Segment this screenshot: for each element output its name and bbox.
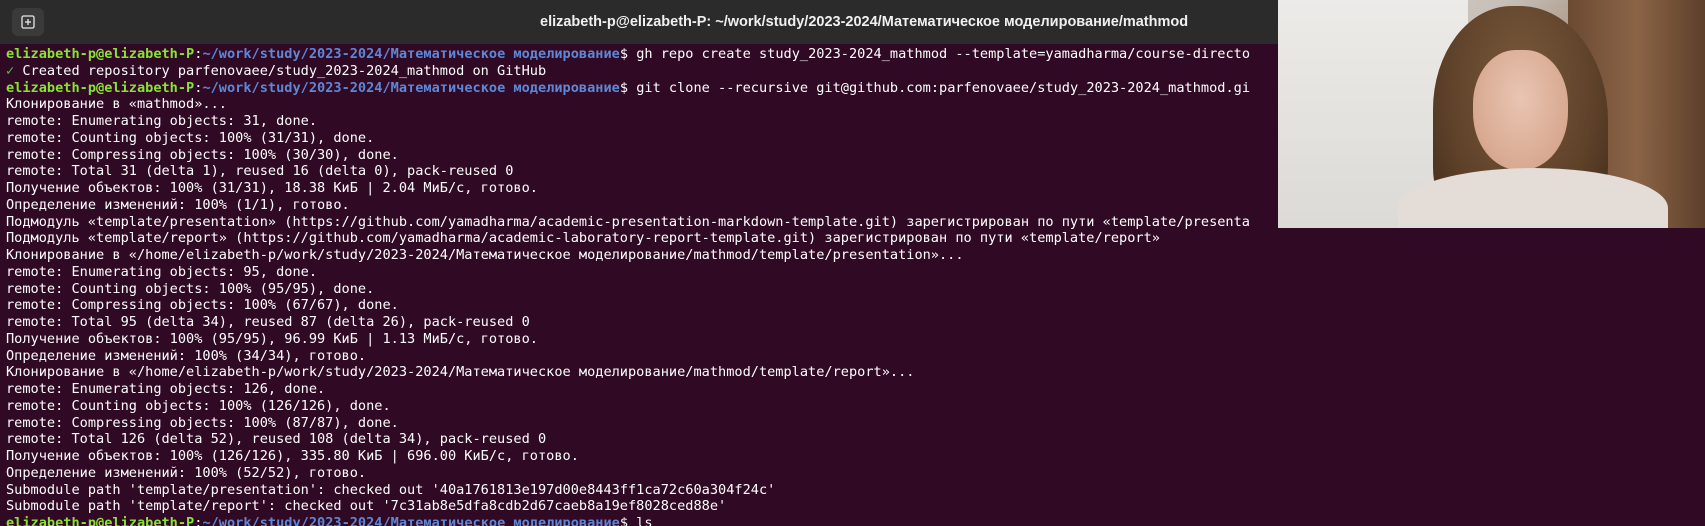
output-text: Получение объектов: 100% (126/126), 335.…	[6, 448, 579, 464]
output-text: remote: Compressing objects: 100% (67/67…	[6, 297, 399, 314]
output-line: remote: Enumerating objects: 95, done.	[6, 264, 1250, 281]
prompt-line: elizabeth-p@elizabeth-P:~/work/study/202…	[6, 46, 1250, 63]
output-line: Подмодуль «template/report» (https://git…	[6, 230, 1250, 247]
output-text: remote: Enumerating objects: 95, done.	[6, 263, 317, 280]
output-text: remote: Total 126 (delta 52), reused 108…	[6, 431, 547, 448]
output-text: Подмодуль «template/presentation» (https…	[6, 213, 1250, 230]
output-text: Определение изменений: 100% (1/1), готов…	[6, 196, 350, 213]
output-text: Клонирование в «mathmod»...	[6, 96, 227, 113]
checkmark-icon: ✓	[6, 62, 15, 79]
output-line: remote: Compressing objects: 100% (30/30…	[6, 147, 1250, 164]
output-line: Определение изменений: 100% (34/34), гот…	[6, 348, 1250, 365]
output-text: Получение объектов: 100% (95/95), 96.99 …	[6, 330, 538, 347]
output-line: remote: Compressing objects: 100% (87/87…	[6, 415, 1250, 432]
output-line: Получение объектов: 100% (31/31), 18.38 …	[6, 180, 1250, 197]
output-line: Клонирование в «mathmod»...	[6, 96, 1250, 113]
output-line: remote: Total 126 (delta 52), reused 108…	[6, 431, 1250, 448]
output-text: Клонирование в «/home/elizabeth-p/work/s…	[6, 247, 964, 263]
output-line: Подмодуль «template/presentation» (https…	[6, 214, 1250, 231]
output-line: remote: Total 31 (delta 1), reused 16 (d…	[6, 163, 1250, 180]
output-line: remote: Counting objects: 100% (126/126)…	[6, 398, 1250, 415]
output-text: Клонирование в «/home/elizabeth-p/work/s…	[6, 364, 915, 381]
new-tab-button[interactable]	[12, 8, 44, 36]
prompt-path: ~/work/study/2023-2024/Математическое мо…	[202, 79, 620, 96]
output-line: remote: Total 95 (delta 34), reused 87 (…	[6, 314, 1250, 331]
prompt-user: elizabeth-p@elizabeth-P	[6, 79, 195, 96]
command-text: $ git clone --recursive git@github.com:p…	[619, 79, 1251, 96]
output-line: remote: Compressing objects: 100% (67/67…	[6, 297, 1250, 314]
window-title: elizabeth-p@elizabeth-P: ~/work/study/20…	[540, 14, 1189, 30]
output-line: Клонирование в «/home/elizabeth-p/work/s…	[6, 247, 1250, 264]
output-line: Определение изменений: 100% (52/52), гот…	[6, 465, 1250, 482]
output-line: Submodule path 'template/report': checke…	[6, 498, 1250, 515]
prompt-path: ~/work/study/2023-2024/Математическое мо…	[202, 515, 620, 526]
output-text: Определение изменений: 100% (34/34), гот…	[6, 347, 367, 364]
output-line: remote: Counting objects: 100% (31/31), …	[6, 130, 1250, 147]
output-text: remote: Enumerating objects: 126, done.	[6, 381, 326, 397]
terminal-output[interactable]: elizabeth-p@elizabeth-P:~/work/study/202…	[0, 44, 1278, 526]
output-line: remote: Enumerating objects: 31, done.	[6, 113, 1250, 130]
command-text: $ gh repo create study_2023-2024_mathmod…	[619, 46, 1251, 62]
prompt-user: elizabeth-p@elizabeth-P	[6, 515, 195, 526]
output-line: remote: Enumerating objects: 126, done.	[6, 381, 1250, 398]
output-line: Клонирование в «/home/elizabeth-p/work/s…	[6, 364, 1250, 381]
terminal-text: elizabeth-p@elizabeth-P:~/work/study/202…	[6, 46, 1250, 526]
output-text: Получение объектов: 100% (31/31), 18.38 …	[6, 180, 538, 196]
prompt-path: ~/work/study/2023-2024/Математическое мо…	[202, 46, 620, 62]
output-text: remote: Total 95 (delta 34), reused 87 (…	[6, 314, 530, 330]
output-text: Submodule path 'template/presentation': …	[6, 481, 776, 498]
output-text: remote: Counting objects: 100% (31/31), …	[6, 129, 375, 146]
terminal-titlebar: elizabeth-p@elizabeth-P: ~/work/study/20…	[0, 0, 1278, 45]
output-line: Определение изменений: 100% (1/1), готов…	[6, 197, 1250, 214]
output-text: remote: Counting objects: 100% (95/95), …	[6, 280, 375, 297]
output-line: ✓ Created repository parfenovaee/study_2…	[6, 63, 1250, 80]
prompt-line: elizabeth-p@elizabeth-P:~/work/study/202…	[6, 80, 1250, 97]
output-line: Получение объектов: 100% (95/95), 96.99 …	[6, 331, 1250, 348]
output-text: remote: Enumerating objects: 31, done.	[6, 113, 317, 129]
prompt-user: elizabeth-p@elizabeth-P	[6, 46, 195, 62]
output-text: Submodule path 'template/report': checke…	[6, 498, 727, 515]
output-line: Получение объектов: 100% (126/126), 335.…	[6, 448, 1250, 465]
command-text: $ ls	[619, 515, 653, 526]
webcam-overlay	[1278, 0, 1705, 228]
prompt-line: elizabeth-p@elizabeth-P:~/work/study/202…	[6, 515, 1250, 526]
output-text: Определение изменений: 100% (52/52), гот…	[6, 464, 367, 481]
output-text: Created repository parfenovaee/study_202…	[14, 62, 547, 79]
output-line: remote: Counting objects: 100% (95/95), …	[6, 281, 1250, 298]
output-text: remote: Counting objects: 100% (126/126)…	[6, 397, 391, 414]
output-text: remote: Total 31 (delta 1), reused 16 (d…	[6, 163, 514, 180]
output-text: remote: Compressing objects: 100% (30/30…	[6, 146, 399, 163]
new-tab-icon	[21, 15, 35, 29]
output-text: Подмодуль «template/report» (https://git…	[6, 230, 1160, 247]
output-text: remote: Compressing objects: 100% (87/87…	[6, 414, 399, 431]
output-line: Submodule path 'template/presentation': …	[6, 482, 1250, 499]
